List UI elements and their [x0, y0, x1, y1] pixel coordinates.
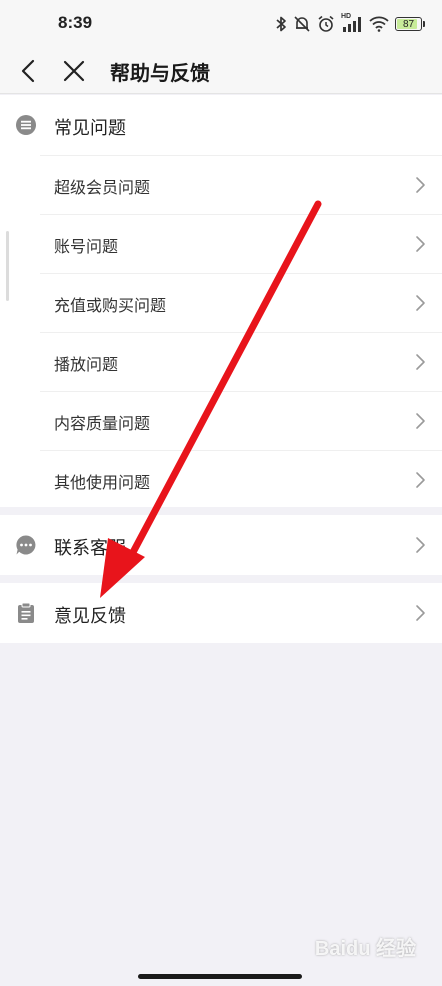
faq-item-content-quality[interactable]: 内容质量问题: [0, 391, 442, 450]
baidu-watermark: Baidu 经验: [314, 938, 416, 960]
signal-group: HD: [341, 13, 363, 33]
faq-item-recharge[interactable]: 充值或购买问题: [0, 273, 442, 332]
row-divider: [40, 273, 442, 274]
row-divider: [40, 450, 442, 451]
bluetooth-icon: [276, 16, 286, 32]
faq-item-vip[interactable]: 超级会员问题: [0, 155, 442, 214]
alarm-icon: [318, 15, 334, 32]
feedback-label: 意见反馈: [54, 606, 126, 627]
faq-item-label: 其他使用问题: [54, 473, 151, 492]
status-bar: 8:39 HD 87: [0, 0, 442, 48]
chat-bubble-icon: [16, 535, 36, 555]
battery-icon: 87: [395, 17, 425, 31]
chevron-right-icon: [416, 354, 425, 370]
chevron-right-icon: [416, 295, 425, 311]
battery-level: 87: [402, 18, 415, 30]
faq-item-label: 播放问题: [54, 355, 119, 374]
faq-header: 常见问题: [0, 95, 442, 155]
faq-item-label: 充值或购买问题: [54, 296, 167, 315]
chevron-right-icon: [416, 605, 425, 621]
faq-item-label: 账号问题: [54, 237, 119, 256]
row-divider: [40, 332, 442, 333]
nav-bar: 帮助与反馈: [0, 48, 442, 94]
mute-bell-icon: [294, 16, 310, 32]
scroll-indicator[interactable]: [6, 231, 9, 301]
list-icon: [16, 115, 36, 135]
faq-item-account[interactable]: 账号问题: [0, 214, 442, 273]
contact-service-label: 联系客服: [54, 538, 126, 559]
faq-title: 常见问题: [54, 118, 126, 139]
faq-item-label: 超级会员问题: [54, 178, 151, 197]
chevron-right-icon: [416, 177, 425, 193]
chevron-right-icon: [416, 413, 425, 429]
chevron-right-icon: [416, 472, 425, 488]
close-icon[interactable]: [59, 56, 89, 86]
home-indicator[interactable]: [138, 974, 302, 979]
faq-item-other[interactable]: 其他使用问题: [0, 450, 442, 509]
row-divider: [40, 391, 442, 392]
faq-section: 常见问题 超级会员问题 账号问题 充值或购买问题 播放问题 内容质量问题 其他使…: [0, 95, 442, 507]
contact-service-row[interactable]: 联系客服: [0, 515, 442, 575]
clipboard-icon: [18, 602, 34, 623]
feedback-row[interactable]: 意见反馈: [0, 583, 442, 643]
chevron-right-icon: [416, 236, 425, 252]
row-divider: [40, 155, 442, 156]
status-time: 8:39: [58, 13, 93, 32]
status-icons: HD 87: [275, 13, 425, 34]
row-divider: [40, 214, 442, 215]
faq-item-playback[interactable]: 播放问题: [0, 332, 442, 391]
faq-item-label: 内容质量问题: [54, 414, 151, 433]
page-title: 帮助与反馈: [110, 61, 210, 85]
chevron-right-icon: [416, 537, 425, 553]
back-arrow-icon[interactable]: [14, 56, 44, 86]
signal-icon: [343, 17, 361, 32]
wifi-icon: [369, 16, 389, 32]
